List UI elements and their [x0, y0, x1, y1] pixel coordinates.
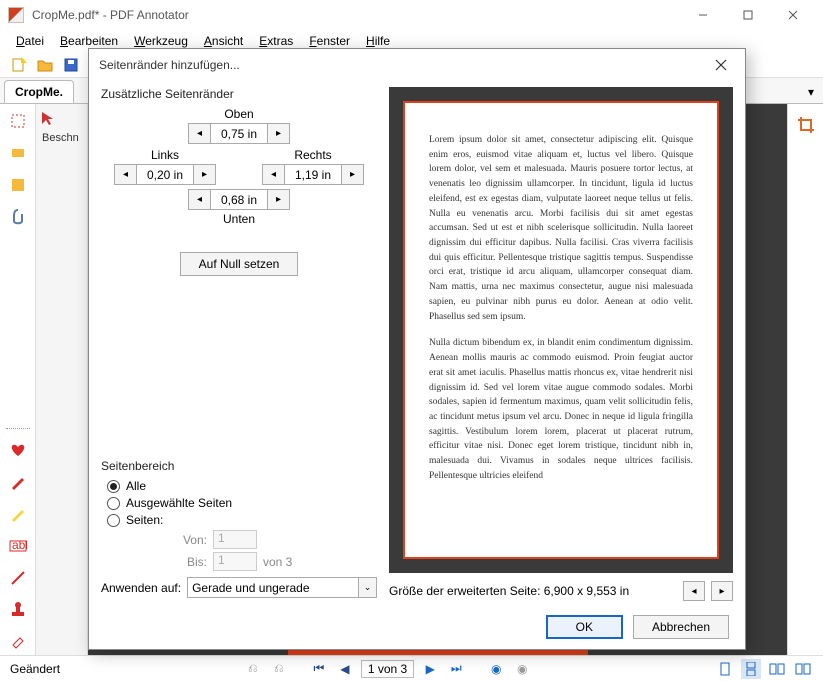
bottom-increase-button[interactable]: ▸	[268, 189, 290, 210]
svg-text:abI: abI	[12, 540, 27, 552]
to-label: Bis:	[101, 555, 207, 569]
left-toolbar: abI	[0, 104, 36, 655]
panel-header: Beschn	[40, 132, 83, 144]
document-tab[interactable]: CropMe.	[4, 80, 74, 103]
add-margins-dialog: Seitenränder hinzufügen... Zusätzliche S…	[88, 48, 746, 650]
minimize-button[interactable]	[680, 1, 725, 29]
left-panel: Beschn	[36, 104, 88, 655]
radio-selected-label: Ausgewählte Seiten	[126, 496, 232, 510]
app-icon	[8, 7, 24, 23]
text-box-icon[interactable]: abI	[5, 533, 31, 559]
window-title: CropMe.pdf* - PDF Annotator	[32, 8, 680, 22]
marker-icon[interactable]	[5, 501, 31, 527]
extended-size-label: Größe der erweiterten Seite: 6,900 x 9,5…	[389, 584, 677, 598]
preview-next-button[interactable]: ▸	[711, 581, 733, 601]
attach-icon[interactable]	[5, 204, 31, 230]
tab-dropdown[interactable]: ▾	[803, 81, 819, 103]
radio-pages[interactable]	[107, 514, 120, 527]
bottom-label: Unten	[188, 212, 290, 226]
text-tool-icon[interactable]	[5, 140, 31, 166]
right-decrease-button[interactable]: ◂	[262, 164, 284, 185]
view-continuous-icon[interactable]	[741, 659, 761, 679]
cancel-button[interactable]: Abbrechen	[633, 615, 729, 639]
to-input[interactable]: 1	[213, 552, 257, 571]
top-decrease-button[interactable]: ◂	[188, 123, 210, 144]
of-total-label: von 3	[263, 555, 292, 569]
favorite-icon[interactable]	[5, 437, 31, 463]
line-icon[interactable]	[5, 565, 31, 591]
left-label: Links	[114, 148, 216, 162]
right-value[interactable]: 1,19 in	[284, 164, 342, 185]
maximize-button[interactable]	[725, 1, 770, 29]
radio-pages-label: Seiten:	[126, 513, 163, 527]
margins-group-label: Zusätzliche Seitenränder	[101, 87, 377, 101]
note-tool-icon[interactable]	[5, 172, 31, 198]
redo-icon[interactable]: ⎌	[269, 659, 289, 679]
radio-all[interactable]	[107, 480, 120, 493]
view-book-icon[interactable]	[793, 659, 813, 679]
right-toolbar	[787, 104, 823, 655]
status-text: Geändert	[10, 662, 60, 676]
apply-label: Anwenden auf:	[101, 581, 181, 595]
radio-all-label: Alle	[126, 479, 146, 493]
forward-icon[interactable]: ◉	[512, 659, 532, 679]
apply-select[interactable]: Gerade und ungerade ⌄	[187, 577, 377, 598]
dialog-close-button[interactable]	[707, 51, 735, 79]
back-icon[interactable]: ◉	[486, 659, 506, 679]
preview-prev-button[interactable]: ◂	[683, 581, 705, 601]
undo-icon[interactable]: ⎌	[243, 659, 263, 679]
right-increase-button[interactable]: ▸	[342, 164, 364, 185]
prev-page-icon[interactable]: ◀	[335, 659, 355, 679]
arrow-tool-icon[interactable]	[40, 110, 83, 126]
bottom-decrease-button[interactable]: ◂	[188, 189, 210, 210]
from-label: Von:	[101, 533, 207, 547]
new-icon[interactable]	[8, 54, 30, 76]
next-page-icon[interactable]: ▶	[420, 659, 440, 679]
view-single-icon[interactable]	[715, 659, 735, 679]
close-button[interactable]	[770, 1, 815, 29]
view-two-icon[interactable]	[767, 659, 787, 679]
left-decrease-button[interactable]: ◂	[114, 164, 136, 185]
pen-icon[interactable]	[5, 469, 31, 495]
menu-file[interactable]: Datei	[10, 32, 50, 50]
range-group-label: Seitenbereich	[101, 459, 377, 473]
top-value[interactable]: 0,75 in	[210, 123, 268, 144]
top-increase-button[interactable]: ▸	[268, 123, 290, 144]
top-label: Oben	[188, 107, 290, 121]
select-rect-icon[interactable]	[5, 108, 31, 134]
eraser-icon[interactable]	[5, 629, 31, 655]
right-label: Rechts	[262, 148, 364, 162]
preview-para2: Nulla dictum bibendum ex, in blandit eni…	[429, 336, 693, 483]
last-page-icon[interactable]: ⏭	[446, 659, 466, 679]
left-increase-button[interactable]: ▸	[194, 164, 216, 185]
apply-value: Gerade und ungerade	[192, 581, 309, 595]
page-indicator[interactable]: 1 von 3	[361, 660, 414, 678]
from-input[interactable]: 1	[213, 530, 257, 549]
first-page-icon[interactable]: ⏮	[309, 659, 329, 679]
preview-pane: Lorem ipsum dolor sit amet, consectetur …	[389, 87, 733, 573]
stamp-icon[interactable]	[5, 597, 31, 623]
chevron-down-icon: ⌄	[358, 578, 376, 597]
reset-zero-button[interactable]: Auf Null setzen	[180, 252, 299, 276]
save-icon[interactable]	[60, 54, 82, 76]
crop-icon[interactable]	[793, 112, 819, 138]
radio-selected[interactable]	[107, 497, 120, 510]
left-value[interactable]: 0,20 in	[136, 164, 194, 185]
dialog-title: Seitenränder hinzufügen...	[99, 58, 707, 72]
preview-para1: Lorem ipsum dolor sit amet, consectetur …	[429, 133, 693, 324]
ok-button[interactable]: OK	[546, 615, 623, 639]
open-icon[interactable]	[34, 54, 56, 76]
preview-page: Lorem ipsum dolor sit amet, consectetur …	[403, 101, 719, 559]
bottom-value[interactable]: 0,68 in	[210, 189, 268, 210]
